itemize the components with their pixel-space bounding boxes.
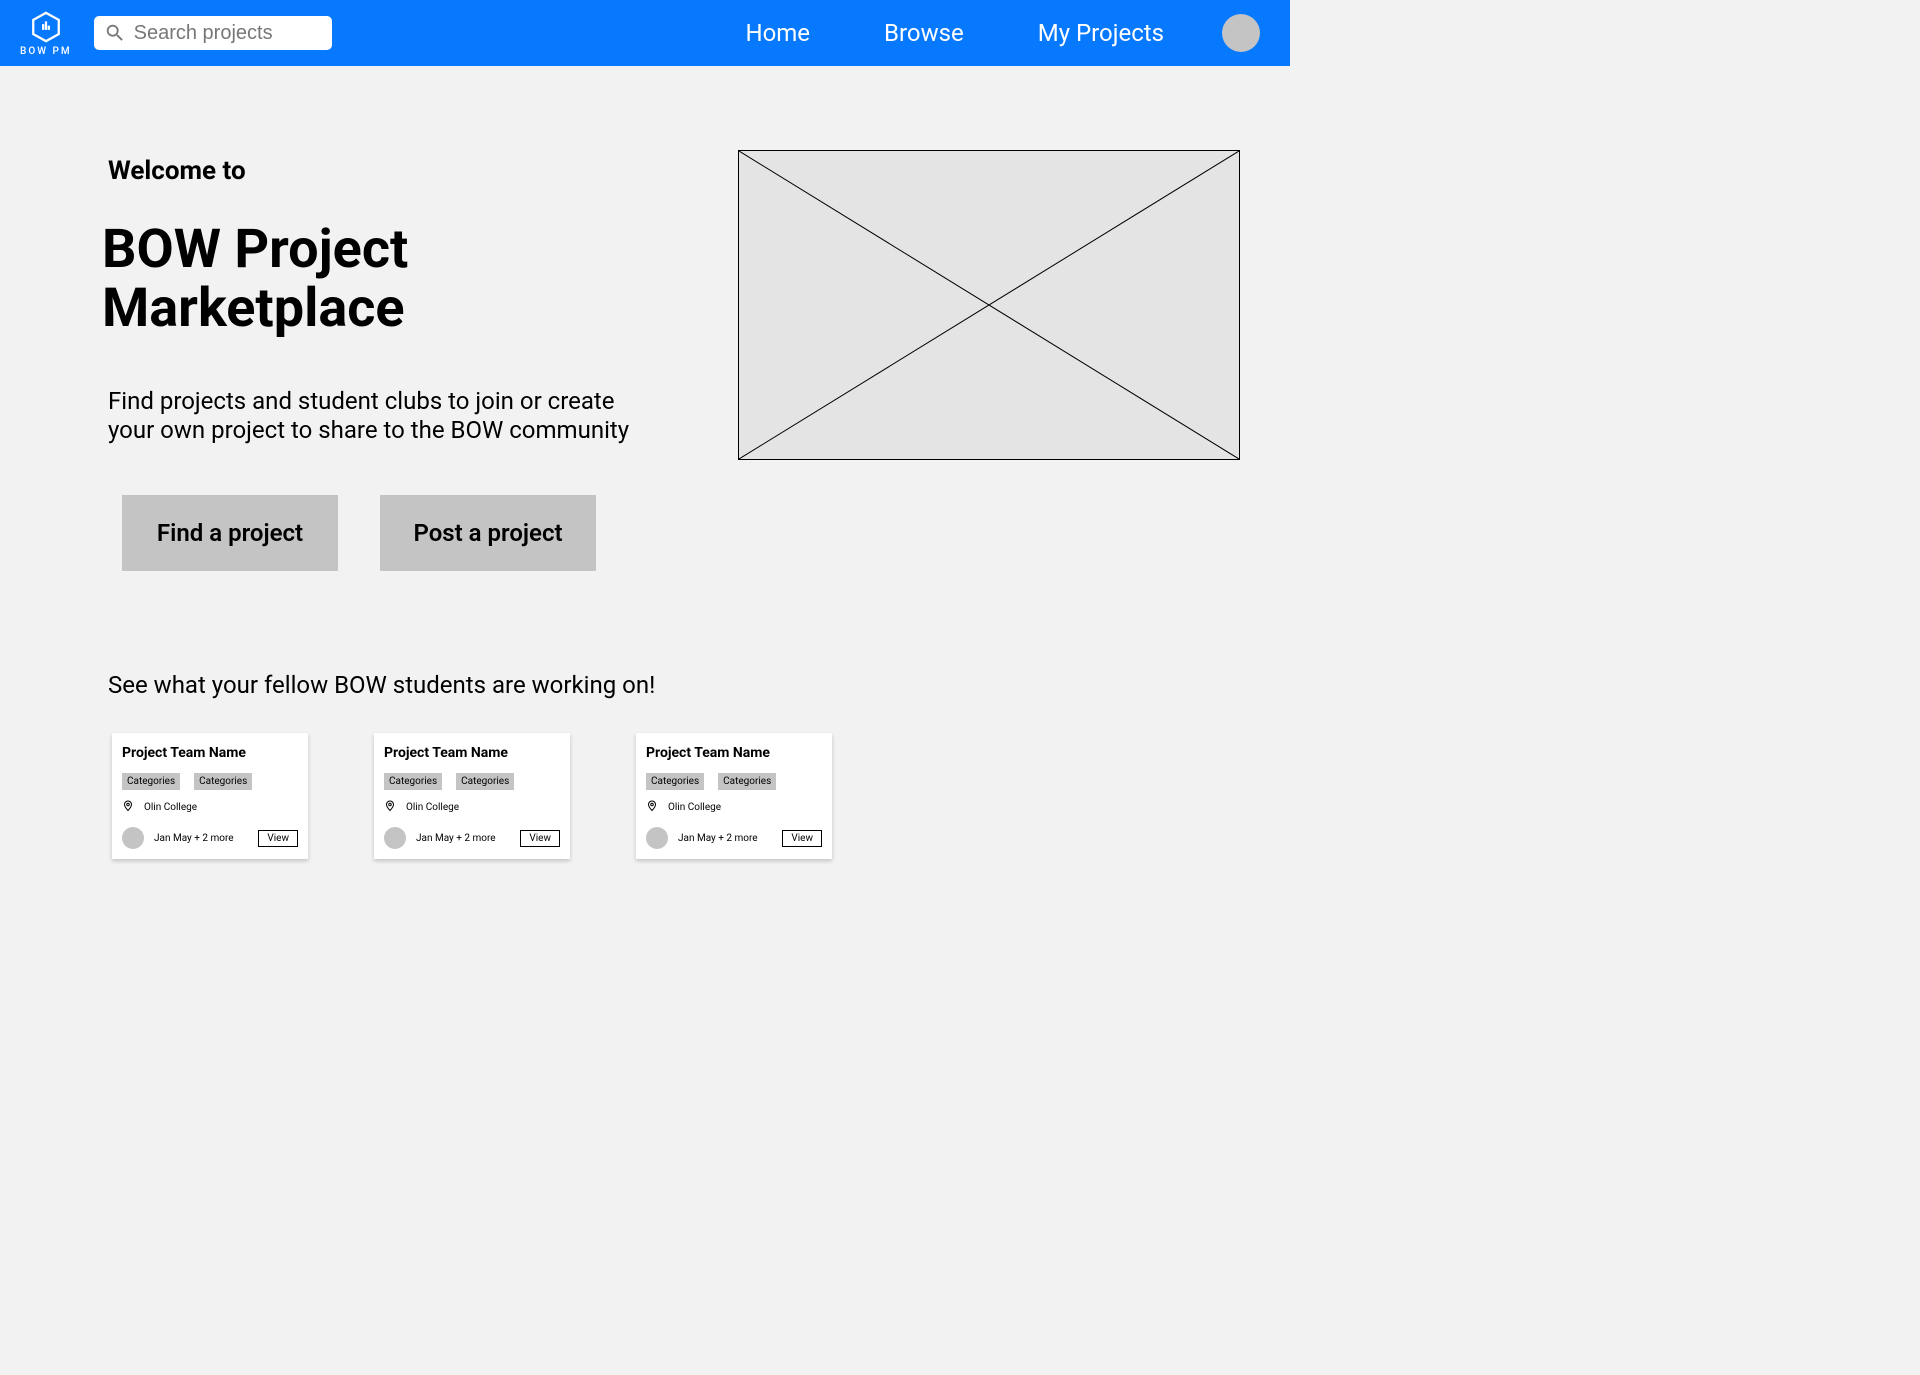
card-title: Project Team Name [646,745,822,761]
category-tag[interactable]: Categories [456,773,514,790]
logo-icon [29,10,63,44]
member-avatar [384,827,406,849]
hero-section: Welcome to BOW Project Marketplace Find … [0,66,1290,571]
page-title: BOW Project Marketplace [102,220,668,339]
card-location: Olin College [384,800,560,815]
avatar[interactable] [1222,14,1260,52]
category-tag[interactable]: Categories [718,773,776,790]
card-tags: Categories Categories [646,773,822,790]
card-footer: Jan May + 2 more View [384,827,560,849]
location-icon [122,800,134,815]
project-card: Project Team Name Categories Categories … [374,733,570,859]
card-title: Project Team Name [122,745,298,761]
nav-browse[interactable]: Browse [884,19,964,47]
hero-description: Find projects and student clubs to join … [108,387,648,446]
member-avatar [122,827,144,849]
view-button[interactable]: View [782,830,822,847]
project-cards: Project Team Name Categories Categories … [0,733,1290,859]
category-tag[interactable]: Categories [384,773,442,790]
location-icon [646,800,658,815]
card-location: Olin College [646,800,822,815]
view-button[interactable]: View [520,830,560,847]
search-icon [104,22,126,44]
project-card: Project Team Name Categories Categories … [112,733,308,859]
location-icon [384,800,396,815]
card-footer: Jan May + 2 more View [646,827,822,849]
card-title: Project Team Name [384,745,560,761]
category-tag[interactable]: Categories [646,773,704,790]
search-input[interactable] [134,22,399,45]
logo-text: BOW PM [20,46,72,57]
search-box[interactable] [94,16,332,50]
card-tags: Categories Categories [384,773,560,790]
card-location-text: Olin College [668,802,721,813]
find-project-button[interactable]: Find a project [122,495,338,571]
card-members: Jan May + 2 more [678,833,772,844]
card-members: Jan May + 2 more [416,833,510,844]
card-location-text: Olin College [406,802,459,813]
card-location: Olin College [122,800,298,815]
member-avatar [646,827,668,849]
hero-image-placeholder [738,150,1240,460]
view-button[interactable]: View [258,830,298,847]
logo[interactable]: BOW PM [20,10,72,57]
nav-home[interactable]: Home [745,19,810,47]
hero-text: Welcome to BOW Project Marketplace Find … [108,156,668,571]
hero-welcome: Welcome to [108,156,668,186]
card-tags: Categories Categories [122,773,298,790]
category-tag[interactable]: Categories [194,773,252,790]
card-location-text: Olin College [144,802,197,813]
post-project-button[interactable]: Post a project [380,495,596,571]
category-tag[interactable]: Categories [122,773,180,790]
section-heading: See what your fellow BOW students are wo… [108,671,1290,699]
project-card: Project Team Name Categories Categories … [636,733,832,859]
card-footer: Jan May + 2 more View [122,827,298,849]
hero-buttons: Find a project Post a project [122,495,668,571]
card-members: Jan May + 2 more [154,833,248,844]
nav-my-projects[interactable]: My Projects [1038,19,1164,47]
header: BOW PM Home Browse My Projects [0,0,1290,66]
